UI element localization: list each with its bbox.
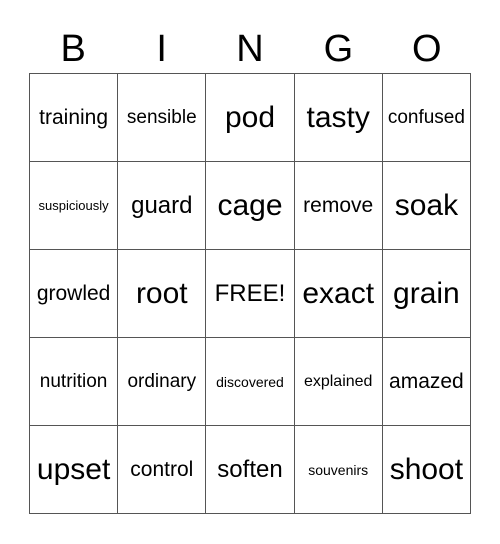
bingo-cell[interactable]: explained	[294, 338, 383, 426]
bingo-cell[interactable]: amazed	[382, 338, 471, 426]
bingo-cell[interactable]: souvenirs	[294, 426, 383, 514]
bingo-cell[interactable]: training	[30, 74, 119, 162]
bingo-cell[interactable]: growled	[30, 250, 119, 338]
header-letter-o: O	[412, 28, 442, 70]
bingo-header: B I N G O	[29, 26, 471, 72]
bingo-cell[interactable]: remove	[294, 162, 383, 250]
header-letter-n: N	[236, 28, 264, 70]
bingo-grid: training sensible pod tasty confused sus…	[29, 73, 471, 514]
bingo-cell[interactable]: sensible	[118, 74, 207, 162]
bingo-cell[interactable]: soften	[206, 426, 295, 514]
bingo-cell[interactable]: tasty	[294, 74, 383, 162]
bingo-cell[interactable]: soak	[382, 162, 471, 250]
bingo-cell[interactable]: exact	[294, 250, 383, 338]
bingo-cell[interactable]: guard	[118, 162, 207, 250]
bingo-cell[interactable]: cage	[206, 162, 295, 250]
bingo-cell[interactable]: grain	[382, 250, 471, 338]
bingo-cell[interactable]: root	[118, 250, 207, 338]
bingo-cell[interactable]: shoot	[382, 426, 471, 514]
bingo-cell[interactable]: confused	[382, 74, 471, 162]
bingo-cell[interactable]: nutrition	[30, 338, 119, 426]
bingo-cell[interactable]: discovered	[206, 338, 295, 426]
header-letter-i: I	[156, 28, 167, 70]
header-letter-g: G	[323, 28, 354, 70]
bingo-cell[interactable]: ordinary	[118, 338, 207, 426]
header-letter-b: B	[60, 28, 86, 70]
bingo-cell[interactable]: suspiciously	[30, 162, 119, 250]
bingo-cell[interactable]: pod	[206, 74, 295, 162]
bingo-cell[interactable]: control	[118, 426, 207, 514]
bingo-cell[interactable]: upset	[30, 426, 119, 514]
free-space-cell[interactable]: FREE!	[206, 250, 295, 338]
